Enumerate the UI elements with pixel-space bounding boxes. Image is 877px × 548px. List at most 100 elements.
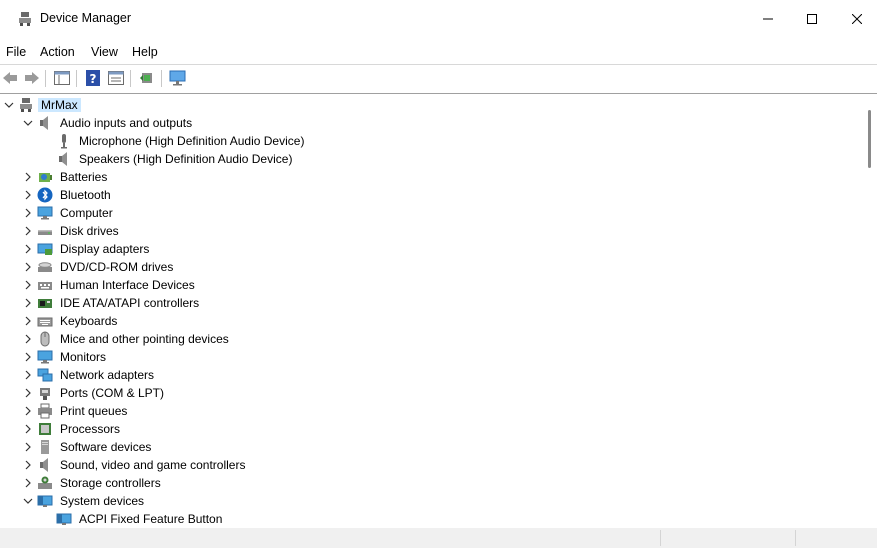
chevron-right-icon[interactable] bbox=[22, 314, 34, 328]
back-button[interactable] bbox=[0, 68, 20, 88]
toolbar-separator bbox=[161, 70, 162, 87]
category-label: Sound, video and game controllers bbox=[60, 458, 246, 472]
maximize-button[interactable] bbox=[789, 0, 835, 38]
tree-root-node[interactable]: MrMax bbox=[0, 96, 860, 114]
chevron-right-icon[interactable] bbox=[22, 206, 34, 220]
category-label: Storage controllers bbox=[60, 476, 161, 490]
hid-icon bbox=[38, 282, 52, 290]
category-label: Display adapters bbox=[60, 242, 150, 256]
menu-view[interactable]: View bbox=[91, 45, 118, 59]
tree-category-node[interactable]: Computer bbox=[0, 204, 860, 222]
port-icon bbox=[40, 388, 50, 400]
chevron-right-icon[interactable] bbox=[22, 260, 34, 274]
menu-action[interactable]: Action bbox=[40, 45, 75, 59]
storage-controller-icon bbox=[38, 476, 52, 489]
toolbar-separator bbox=[130, 70, 131, 87]
chevron-right-icon[interactable] bbox=[22, 278, 34, 292]
forward-icon bbox=[25, 72, 39, 84]
category-label: Batteries bbox=[60, 170, 108, 184]
category-label: Keyboards bbox=[60, 314, 118, 328]
ide-controller-icon bbox=[38, 299, 52, 308]
help-button[interactable]: ? bbox=[83, 68, 103, 88]
speaker-icon bbox=[59, 152, 67, 166]
menu-bar: File Action View Help bbox=[0, 42, 877, 64]
system-devices-icon bbox=[37, 495, 53, 507]
tree-category-node[interactable]: Software devices bbox=[0, 438, 860, 456]
chevron-right-icon[interactable] bbox=[22, 440, 34, 454]
tree-category-node[interactable]: Network adapters bbox=[0, 366, 860, 384]
tree-category-node[interactable]: Ports (COM & LPT) bbox=[0, 384, 860, 402]
toolbar-separator bbox=[45, 70, 46, 87]
category-label: DVD/CD-ROM drives bbox=[60, 260, 174, 274]
computer-root-icon bbox=[20, 98, 32, 112]
chevron-right-icon[interactable] bbox=[22, 296, 34, 310]
chevron-right-icon[interactable] bbox=[22, 458, 34, 472]
microphone-icon bbox=[61, 134, 67, 149]
title-bar: Device Manager bbox=[0, 0, 877, 38]
menu-help[interactable]: Help bbox=[132, 45, 158, 59]
processor-icon bbox=[39, 423, 51, 435]
maximize-icon bbox=[807, 14, 817, 24]
svg-text:?: ? bbox=[90, 72, 97, 86]
tree-category-node[interactable]: Print queues bbox=[0, 402, 860, 420]
battery-icon bbox=[39, 173, 52, 182]
tree-category-node[interactable]: Storage controllers bbox=[0, 474, 860, 492]
minimize-icon bbox=[763, 18, 773, 20]
category-label: Monitors bbox=[60, 350, 107, 364]
disk-drive-icon bbox=[38, 230, 52, 235]
chevron-right-icon[interactable] bbox=[22, 170, 34, 184]
show-hide-console-tree-button[interactable] bbox=[52, 68, 72, 88]
help-icon: ? bbox=[86, 70, 100, 86]
scrollbar-thumb[interactable] bbox=[868, 110, 871, 168]
tree-category-node[interactable]: Mice and other pointing devices bbox=[0, 330, 860, 348]
keyboard-icon bbox=[37, 317, 53, 327]
chevron-down-icon[interactable] bbox=[3, 98, 15, 112]
speaker-icon bbox=[40, 458, 48, 472]
menu-file[interactable]: File bbox=[6, 45, 26, 59]
tree-category-node[interactable]: Human Interface Devices bbox=[0, 276, 860, 294]
tree-category-node[interactable]: System devices bbox=[0, 492, 860, 510]
tree-device-node[interactable]: Microphone (High Definition Audio Device… bbox=[0, 132, 860, 150]
chevron-right-icon[interactable] bbox=[22, 422, 34, 436]
update-driver-button[interactable] bbox=[137, 68, 157, 88]
chevron-down-icon[interactable] bbox=[22, 116, 34, 130]
toolbar-separator bbox=[76, 70, 77, 87]
tree-category-node[interactable]: Audio inputs and outputs bbox=[0, 114, 860, 132]
tree-device-node[interactable]: ACPI Fixed Feature Button bbox=[0, 510, 860, 528]
chevron-right-icon[interactable] bbox=[22, 368, 34, 382]
chevron-right-icon[interactable] bbox=[22, 242, 34, 256]
category-label: Print queues bbox=[60, 404, 128, 418]
chevron-right-icon[interactable] bbox=[22, 386, 34, 400]
tree-category-node[interactable]: DVD/CD-ROM drives bbox=[0, 258, 860, 276]
chevron-right-icon[interactable] bbox=[22, 476, 34, 490]
status-bar bbox=[0, 528, 877, 548]
chevron-down-icon[interactable] bbox=[22, 494, 34, 508]
vertical-scrollbar[interactable] bbox=[862, 94, 877, 528]
status-cell bbox=[660, 530, 796, 546]
chevron-right-icon[interactable] bbox=[22, 350, 34, 364]
forward-button[interactable] bbox=[22, 68, 42, 88]
close-button[interactable] bbox=[834, 0, 877, 38]
minimize-button[interactable] bbox=[745, 0, 791, 38]
category-label: System devices bbox=[60, 494, 145, 508]
tree-category-node[interactable]: Monitors bbox=[0, 348, 860, 366]
tree-category-node[interactable]: Processors bbox=[0, 420, 860, 438]
tree-category-node[interactable]: Sound, video and game controllers bbox=[0, 456, 860, 474]
close-icon bbox=[852, 14, 862, 24]
tree-category-node[interactable]: Display adapters bbox=[0, 240, 860, 258]
software-device-icon bbox=[41, 440, 49, 454]
tree-category-node[interactable]: IDE ATA/ATAPI controllers bbox=[0, 294, 860, 312]
chevron-right-icon[interactable] bbox=[22, 188, 34, 202]
tree-category-node[interactable]: Keyboards bbox=[0, 312, 860, 330]
scan-hardware-button[interactable] bbox=[168, 68, 188, 88]
chevron-right-icon[interactable] bbox=[22, 404, 34, 418]
properties-button[interactable] bbox=[106, 68, 126, 88]
chevron-right-icon[interactable] bbox=[22, 224, 34, 238]
tree-device-node[interactable]: Speakers (High Definition Audio Device) bbox=[0, 150, 860, 168]
tree-category-node[interactable]: Bluetooth bbox=[0, 186, 860, 204]
device-tree: MrMax Audio inputs and outputs Microphone … bbox=[0, 93, 877, 529]
chevron-right-icon[interactable] bbox=[22, 332, 34, 346]
tree-root-label: MrMax bbox=[38, 98, 81, 112]
tree-category-node[interactable]: Disk drives bbox=[0, 222, 860, 240]
tree-category-node[interactable]: Batteries bbox=[0, 168, 860, 186]
